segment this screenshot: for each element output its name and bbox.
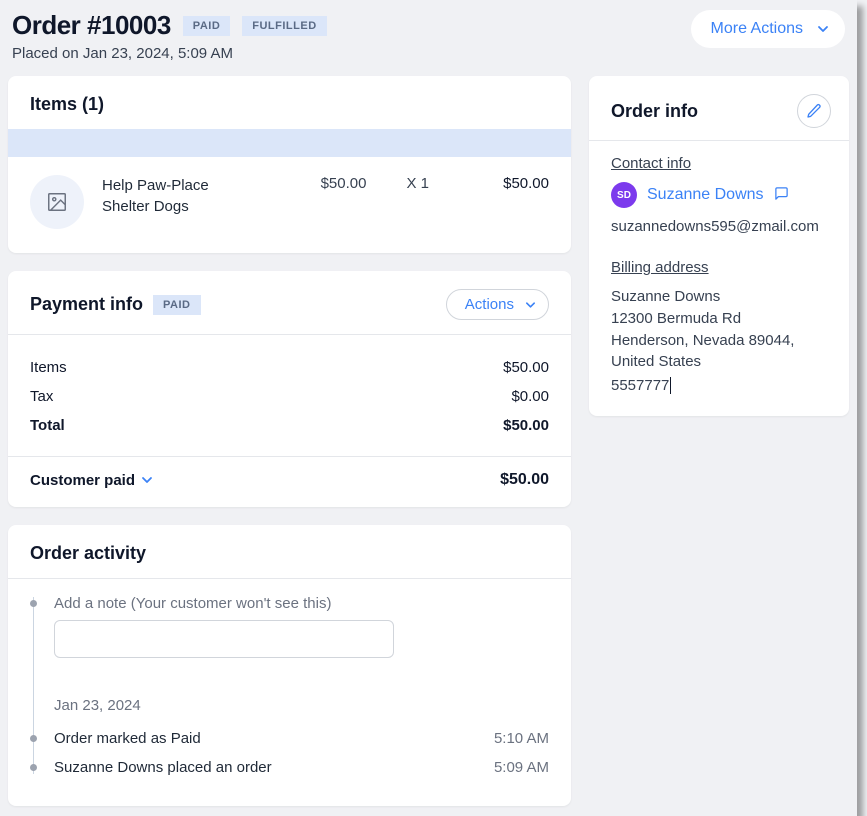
customer-email: suzannedowns595@zmail.com [611, 218, 827, 235]
payment-items-row: Items $50.00 [30, 353, 549, 382]
billing-city: Henderson, Nevada 89044, United States [611, 330, 827, 374]
chevron-down-icon [141, 474, 153, 486]
customer-avatar: SD [611, 182, 637, 208]
activity-card: Order activity Add a note (Your customer… [8, 525, 571, 806]
chat-icon[interactable] [774, 186, 789, 205]
pencil-icon [806, 103, 822, 119]
chevron-down-icon [817, 23, 829, 35]
payment-actions-button[interactable]: Actions [446, 289, 549, 320]
note-input[interactable] [54, 620, 394, 658]
activity-event-time: 5:09 AM [494, 759, 549, 776]
activity-title: Order activity [8, 525, 571, 578]
payment-tax-label: Tax [30, 388, 53, 405]
payment-paid-badge: PAID [153, 295, 200, 315]
more-actions-label: More Actions [711, 20, 803, 37]
billing-name: Suzanne Downs [611, 286, 827, 308]
item-line-total: $50.00 [469, 175, 549, 192]
add-note-label: Add a note (Your customer won't see this… [54, 595, 549, 612]
fulfilled-badge: FULFILLED [242, 16, 326, 36]
order-title: Order #10003 [12, 10, 171, 41]
payment-actions-label: Actions [465, 296, 514, 313]
billing-street: 12300 Bermuda Rd [611, 308, 827, 330]
billing-phone: 5557777 [611, 377, 671, 394]
edit-order-info-button[interactable] [797, 94, 831, 128]
item-name: Help Paw-Place Shelter Dogs [102, 175, 232, 217]
payment-items-value: $50.00 [503, 359, 549, 376]
timeline-date: Jan 23, 2024 [54, 669, 549, 724]
billing-address-label: Billing address [611, 259, 827, 276]
order-info-card: Order info Contact info SD Suzanne Downs [589, 76, 849, 416]
placed-on: Placed on Jan 23, 2024, 5:09 AM [12, 45, 327, 62]
activity-event-text: Suzanne Downs placed an order [54, 759, 272, 776]
chevron-down-icon [525, 299, 536, 310]
add-note-item: Add a note (Your customer won't see this… [54, 589, 549, 669]
activity-event: Order marked as Paid 5:10 AM [54, 724, 549, 753]
item-unit-price: $50.00 [321, 175, 367, 192]
customer-name-link[interactable]: Suzanne Downs [647, 186, 764, 204]
order-header: Order #10003 PAID FULFILLED Placed on Ja… [6, 6, 851, 76]
items-card: Items (1) Help Paw-Place Shelter Dogs $5… [8, 76, 571, 253]
payment-total-label: Total [30, 417, 65, 434]
contact-info-label: Contact info [611, 155, 827, 172]
customer-paid-label: Customer paid [30, 472, 135, 489]
items-header-strip [8, 129, 571, 157]
payment-title: Payment info [30, 294, 143, 315]
activity-event: Suzanne Downs placed an order 5:09 AM [54, 753, 549, 782]
more-actions-button[interactable]: More Actions [691, 10, 845, 48]
payment-tax-row: Tax $0.00 [30, 382, 549, 411]
item-row: Help Paw-Place Shelter Dogs $50.00 X 1 $… [8, 157, 571, 253]
timeline-date-label: Jan 23, 2024 [54, 697, 549, 714]
payment-total-value: $50.00 [503, 417, 549, 434]
payment-total-row: Total $50.00 [30, 411, 549, 440]
payment-card: Payment info PAID Actions Items $50.00 [8, 271, 571, 507]
activity-event-time: 5:10 AM [494, 730, 549, 747]
customer-paid-value: $50.00 [500, 471, 549, 489]
payment-tax-value: $0.00 [511, 388, 549, 405]
item-quantity: X 1 [406, 175, 429, 192]
item-thumbnail [30, 175, 84, 229]
payment-items-label: Items [30, 359, 67, 376]
order-info-title: Order info [611, 101, 698, 122]
image-placeholder-icon [46, 191, 68, 213]
activity-event-text: Order marked as Paid [54, 730, 201, 747]
paid-badge: PAID [183, 16, 230, 36]
customer-paid-row[interactable]: Customer paid $50.00 [8, 457, 571, 507]
items-card-title: Items (1) [8, 76, 571, 129]
